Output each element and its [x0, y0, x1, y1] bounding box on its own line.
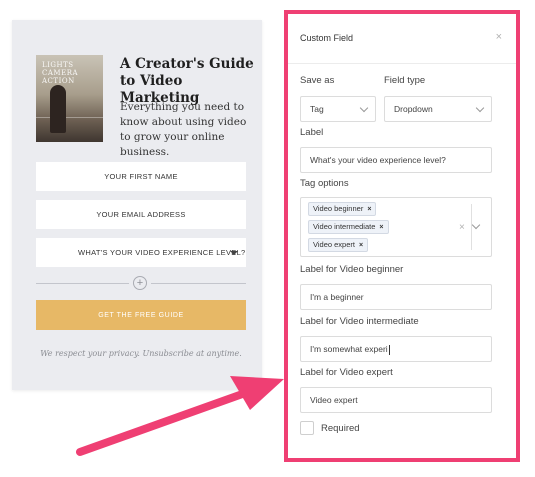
beginner-label: Label for Video beginner — [300, 264, 404, 275]
intermediate-label: Label for Video intermediate — [300, 316, 419, 327]
beginner-label-input[interactable]: I'm a beginner — [300, 284, 492, 310]
tag-chip-video-intermediate: Video intermediate × — [308, 220, 389, 234]
remove-tag-icon[interactable]: × — [359, 242, 363, 249]
tag-options-select[interactable]: Video beginner × Video intermediate × Vide… — [300, 197, 492, 257]
chevron-down-icon — [359, 103, 369, 113]
expert-label-input[interactable]: Video expert — [300, 387, 492, 413]
save-as-value: Tag — [310, 104, 324, 114]
field-type-select[interactable]: Dropdown — [384, 96, 492, 122]
intermediate-label-input[interactable]: I'm somewhat experi — [300, 336, 492, 362]
save-as-select[interactable]: Tag — [300, 96, 376, 122]
remove-tag-icon[interactable]: × — [379, 224, 383, 231]
label-input-value: What's your video experience level? — [310, 155, 446, 165]
required-label: Required — [321, 423, 360, 434]
custom-field-panel: Custom Field × Save as Field type Tag Dr… — [284, 10, 520, 462]
chevron-down-icon[interactable] — [471, 220, 481, 230]
arrow-shaft — [76, 388, 252, 456]
intermediate-label-value: I'm somewhat experi — [310, 344, 388, 354]
field-type-value: Dropdown — [394, 104, 433, 114]
label-field-label: Label — [300, 127, 324, 138]
tag-chip-video-beginner: Video beginner × — [308, 202, 377, 216]
tag-chip-label: Video beginner — [313, 204, 364, 213]
tag-options-label: Tag options — [300, 178, 349, 189]
tag-chip-label: Video expert — [313, 240, 355, 249]
save-as-label: Save as — [300, 75, 335, 86]
tags-separator — [471, 204, 472, 250]
panel-header: Custom Field × — [288, 14, 516, 64]
field-type-label: Field type — [384, 75, 426, 86]
label-input[interactable]: What's your video experience level? — [300, 147, 492, 173]
chevron-down-icon — [475, 103, 485, 113]
clear-tags-icon[interactable]: × — [459, 222, 465, 233]
required-checkbox[interactable] — [300, 421, 314, 435]
panel-title: Custom Field — [300, 33, 354, 43]
close-icon[interactable]: × — [496, 31, 502, 43]
expert-label-value: Video expert — [310, 395, 358, 405]
beginner-label-value: I'm a beginner — [310, 292, 364, 302]
tag-chip-video-expert: Video expert × — [308, 238, 369, 252]
tag-chip-label: Video intermediate — [313, 222, 376, 231]
expert-label: Label for Video expert — [300, 367, 393, 378]
text-cursor — [388, 344, 390, 355]
remove-tag-icon[interactable]: × — [367, 206, 371, 213]
